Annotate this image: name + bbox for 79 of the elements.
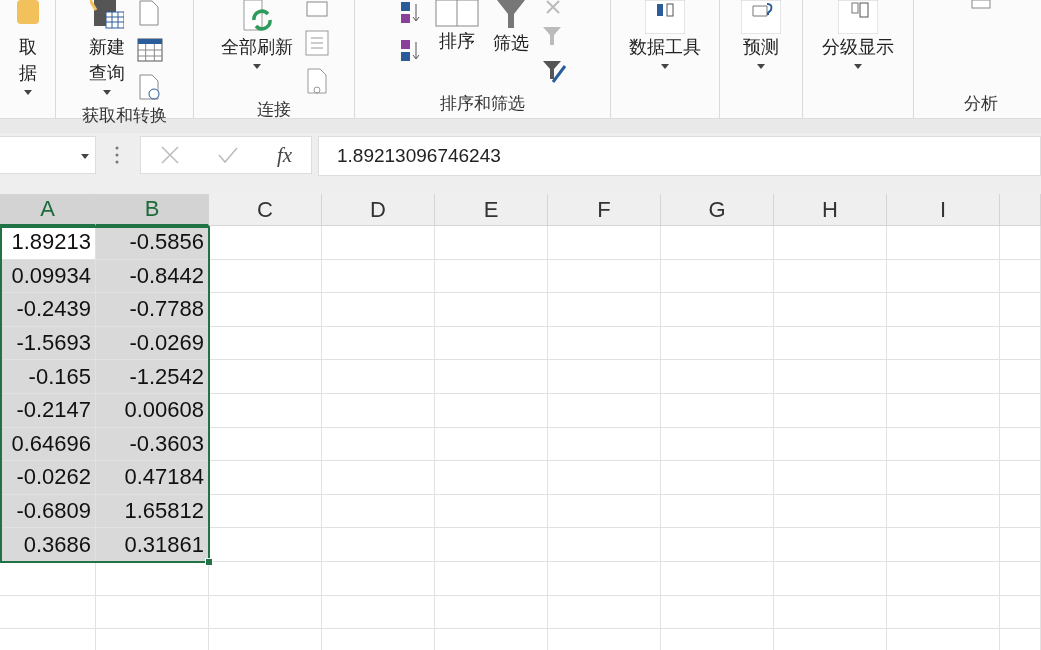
column-header[interactable]: B	[96, 194, 209, 226]
button-label: 排序	[438, 30, 475, 53]
ribbon-button[interactable]: 排序	[432, 0, 481, 54]
table-cell: -0.3603	[96, 427, 209, 462]
advanced-filter-icon[interactable]	[540, 60, 567, 84]
column-header[interactable]: G	[661, 194, 774, 226]
insert-function-button[interactable]: fx	[277, 142, 293, 168]
ribbon-button[interactable]: 预测	[739, 0, 783, 70]
table-cell: -0.2147	[0, 393, 96, 428]
ribbon-button[interactable]: 取 据	[8, 0, 47, 96]
forecast-icon[interactable]	[741, 0, 781, 34]
table-cell: 0.3686	[0, 528, 96, 562]
table-cell: -0.6809	[0, 494, 96, 529]
document-clock-icon[interactable]	[136, 74, 161, 100]
name-box[interactable]	[0, 136, 96, 174]
table-icon[interactable]	[136, 38, 163, 62]
table-cell: -0.165	[0, 360, 96, 394]
ribbon-button[interactable]: 数据工具	[627, 0, 703, 70]
table-cell: -0.0262	[0, 461, 96, 495]
dropdown-caret-icon	[23, 90, 32, 96]
ribbon-button[interactable]: 新建 查询	[86, 0, 127, 96]
table-cell: -1.5693	[0, 326, 96, 361]
table-cell: -0.7788	[96, 293, 209, 327]
table-cell: -0.2439	[0, 293, 96, 327]
column-header[interactable]: C	[209, 194, 322, 226]
document-icon[interactable]	[136, 0, 161, 26]
table-cell: -0.8442	[96, 259, 209, 294]
group-label: 排序和筛选	[440, 93, 525, 115]
cancel-icon[interactable]	[159, 145, 180, 165]
column-header[interactable]: F	[548, 194, 661, 226]
table-cell: 1.89213	[0, 226, 96, 260]
table-cell: 0.47184	[96, 461, 209, 495]
data-analysis-icon[interactable]	[970, 0, 992, 10]
table-cell: 0.09934	[0, 259, 96, 294]
table-cell: -0.5856	[96, 226, 209, 260]
table-cell: -0.0269	[96, 326, 209, 361]
ribbon-button[interactable]: 全部刷新	[219, 0, 295, 70]
dropdown-caret-icon	[661, 64, 669, 70]
dropdown-caret-icon	[854, 64, 862, 70]
group-label: 连接	[257, 99, 291, 121]
button-label: 筛选	[492, 32, 529, 55]
data-tools-icon[interactable]	[645, 0, 685, 34]
button-label: 查询	[88, 62, 125, 85]
button-label: 新建	[88, 36, 125, 59]
group-label: 分析	[964, 93, 998, 115]
table-cell: 0.00608	[96, 393, 209, 428]
list-icon[interactable]	[305, 30, 329, 56]
table-cell: 0.31861	[96, 528, 209, 562]
button-label: 数据工具	[629, 36, 701, 59]
column-header[interactable]: H	[774, 194, 887, 226]
column-header[interactable]: E	[435, 194, 548, 226]
button-label: 预测	[743, 36, 779, 59]
group-label: 获取和转换	[82, 105, 167, 127]
formula-input[interactable]: 1.89213096746243	[318, 136, 1041, 176]
outline-icon[interactable]	[838, 0, 878, 34]
button-label: 全部刷新	[221, 36, 293, 59]
refresh-icon[interactable]	[240, 0, 274, 34]
ribbon-button[interactable]: 分级显示	[820, 0, 896, 70]
table-cell: 1.65812	[96, 494, 209, 529]
column-header[interactable]: I	[887, 194, 1000, 226]
column-header[interactable]: D	[322, 194, 435, 226]
dropdown-caret-icon	[757, 64, 765, 70]
table-cell: -1.2542	[96, 360, 209, 394]
document-link-icon[interactable]	[305, 68, 329, 94]
button-label: 取	[18, 36, 37, 59]
fill-handle[interactable]	[205, 558, 213, 566]
dropdown-caret-icon	[102, 90, 111, 96]
column-header[interactable]	[1000, 194, 1041, 226]
button-label: 分级显示	[822, 36, 894, 59]
column-header[interactable]: A	[0, 194, 96, 226]
ribbon-button[interactable]: 筛选	[490, 0, 531, 56]
dropdown-caret-icon	[253, 64, 261, 70]
sort-icon[interactable]	[434, 0, 479, 28]
dropdown-caret-icon	[81, 154, 89, 160]
check-icon[interactable]	[217, 145, 240, 165]
monitor-icon[interactable]	[305, 0, 329, 18]
grip-icon	[114, 145, 120, 165]
button-label: 据	[18, 62, 37, 85]
table-cell: 0.64696	[0, 427, 96, 462]
